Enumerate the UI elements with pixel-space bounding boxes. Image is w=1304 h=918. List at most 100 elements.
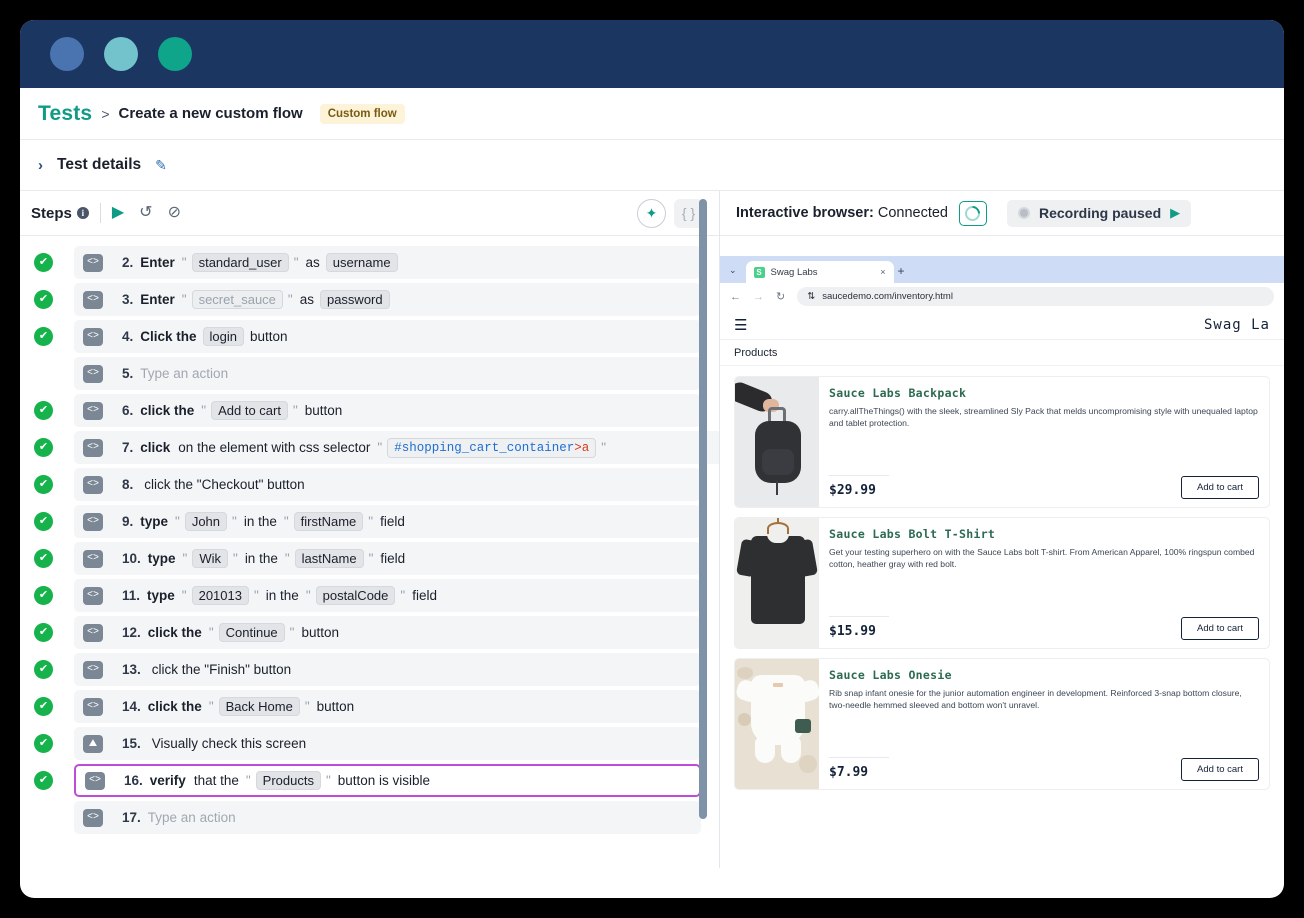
info-icon[interactable]: i: [77, 207, 89, 219]
step-row[interactable]: ✔<>6.click the"Add to cart"button: [20, 394, 719, 427]
step-row[interactable]: ✔<>11.type"201013"in the"postalCode"fiel…: [20, 579, 719, 612]
step-row[interactable]: ✔ <>8.click the "Checkout" button: [20, 468, 719, 501]
step-row[interactable]: ✔<>9.type"John"in the"firstName"field: [20, 505, 719, 538]
steps-scrollbar-thumb[interactable]: [699, 199, 707, 819]
add-to-cart-button[interactable]: Add to cart: [1181, 758, 1259, 781]
step-row[interactable]: <>5.Type an action: [20, 357, 719, 390]
close-tab-icon[interactable]: ×: [880, 267, 885, 277]
product-card[interactable]: Sauce Labs Bolt T-ShirtGet your testing …: [734, 517, 1270, 649]
step-row[interactable]: ✔<>13.click the "Finish" button: [20, 653, 719, 686]
step-card[interactable]: <>13.click the "Finish" button: [74, 653, 701, 686]
step-quote-mark: ": [179, 292, 190, 307]
step-status-passed-icon: ✔: [34, 290, 53, 309]
browser-tab[interactable]: S Swag Labs ×: [746, 261, 894, 283]
reset-icon[interactable]: ↺: [139, 205, 152, 221]
url-input[interactable]: ⇅ saucedemo.com/inventory.html: [797, 287, 1274, 306]
run-play-icon[interactable]: ▶: [112, 205, 124, 221]
new-tab-icon[interactable]: +: [898, 264, 905, 283]
recording-status-badge[interactable]: Recording paused ▶: [1007, 200, 1191, 227]
step-value-token[interactable]: Products: [256, 771, 321, 790]
step-value-token[interactable]: Add to cart: [211, 401, 288, 420]
selector-child-part: >a: [574, 441, 589, 455]
add-to-cart-button[interactable]: Add to cart: [1181, 476, 1259, 499]
product-footer: $29.99Add to cart: [829, 471, 1259, 499]
step-value-token[interactable]: standard_user: [192, 253, 289, 272]
step-card[interactable]: <>12.click the"Continue"button: [74, 616, 701, 649]
pencil-edit-icon[interactable]: ✎: [155, 157, 167, 174]
breadcrumb-separator: >: [101, 106, 109, 122]
product-name[interactable]: Sauce Labs Backpack: [829, 386, 1259, 400]
step-value-token[interactable]: Wik: [192, 549, 228, 568]
step-card[interactable]: <>3.Enter"secret_sauce"aspassword: [74, 283, 701, 316]
back-icon[interactable]: ←: [730, 291, 741, 303]
steps-scrollbar-track[interactable]: [705, 191, 713, 823]
step-placeholder[interactable]: Type an action: [148, 810, 236, 825]
step-row[interactable]: ✔<>16.verifythat the"Products"button is …: [20, 764, 719, 797]
step-value-token[interactable]: login: [203, 327, 244, 346]
product-name[interactable]: Sauce Labs Bolt T-Shirt: [829, 527, 1259, 541]
site-settings-icon[interactable]: ⇅: [807, 291, 815, 302]
step-card[interactable]: <>17.Type an action: [74, 801, 701, 834]
window-titlebar: [20, 20, 1284, 88]
step-card[interactable]: <>14.click the"Back Home"button: [74, 690, 701, 723]
step-card[interactable]: <>5.Type an action: [74, 357, 701, 390]
product-card[interactable]: Sauce Labs OnesieRib snap infant onesie …: [734, 658, 1270, 790]
step-value-token[interactable]: postalCode: [316, 586, 396, 605]
step-card[interactable]: <>9.type"John"in the"firstName"field: [74, 505, 701, 538]
step-verb: click the: [148, 625, 202, 640]
step-row[interactable]: ✔<>7.clickon the element with css select…: [20, 431, 719, 464]
step-row[interactable]: ✔ <>14.click the"Back Home"button: [20, 690, 719, 723]
step-value-token[interactable]: password: [320, 290, 390, 309]
step-card[interactable]: <>7.clickon the element with css selecto…: [74, 431, 719, 464]
window-dot-green[interactable]: [158, 37, 192, 71]
step-selector-token[interactable]: #shopping_cart_container>a: [387, 438, 596, 458]
step-status-passed-icon: ✔: [34, 475, 53, 494]
ai-sparkle-icon[interactable]: ✦: [637, 199, 666, 228]
step-row[interactable]: ✔ <>3.Enter"secret_sauce"aspassword: [20, 283, 719, 316]
test-details-section[interactable]: › Test details ✎: [20, 140, 1284, 191]
step-value-token[interactable]: firstName: [294, 512, 364, 531]
step-verb: type: [148, 551, 176, 566]
step-card[interactable]: <>8.click the "Checkout" button: [74, 468, 701, 501]
forward-icon[interactable]: →: [753, 291, 764, 303]
step-row[interactable]: <>17.Type an action: [20, 801, 719, 834]
step-value-token[interactable]: lastName: [295, 549, 364, 568]
step-row[interactable]: ✔<>2.Enter"standard_user"asusername: [20, 246, 719, 279]
step-card[interactable]: <>10.type"Wik"in the"lastName"field: [74, 542, 701, 575]
step-row[interactable]: ✔⛰15.Visually check this screen: [20, 727, 719, 760]
chevron-down-icon[interactable]: ⌄: [727, 265, 742, 283]
product-card[interactable]: Sauce Labs Backpackcarry.allTheThings() …: [734, 376, 1270, 508]
resume-recording-icon[interactable]: ▶: [1170, 205, 1180, 221]
window-dot-blue[interactable]: [50, 37, 84, 71]
window-dot-teal[interactable]: [104, 37, 138, 71]
step-value-token[interactable]: John: [185, 512, 227, 531]
step-value-token[interactable]: 201013: [192, 586, 249, 605]
connection-spinner-button[interactable]: [959, 201, 987, 226]
add-to-cart-button[interactable]: Add to cart: [1181, 617, 1259, 640]
step-value-token[interactable]: username: [326, 253, 398, 272]
step-card[interactable]: <>2.Enter"standard_user"asusername: [74, 246, 701, 279]
step-card[interactable]: ⛰15.Visually check this screen: [74, 727, 701, 760]
step-value-token[interactable]: Continue: [219, 623, 285, 642]
product-name[interactable]: Sauce Labs Onesie: [829, 668, 1259, 682]
step-row[interactable]: ✔<>12.click the"Continue"button: [20, 616, 719, 649]
step-card[interactable]: <>6.click the"Add to cart"button: [74, 394, 701, 427]
step-card[interactable]: <>11.type"201013"in the"postalCode"field: [74, 579, 701, 612]
step-row[interactable]: ✔<>10.type"Wik"in the"lastName"field: [20, 542, 719, 575]
stop-recording-icon[interactable]: ⊘: [168, 205, 181, 221]
breadcrumb-root-link[interactable]: Tests: [38, 102, 92, 126]
breadcrumb: Tests > Create a new custom flow Custom …: [20, 88, 1284, 140]
step-value-token[interactable]: secret_sauce: [192, 290, 283, 309]
hamburger-menu-icon[interactable]: ☰: [734, 316, 747, 334]
step-placeholder[interactable]: Type an action: [140, 366, 228, 381]
reload-icon[interactable]: ↻: [776, 290, 785, 303]
step-quote-mark: ": [230, 551, 241, 566]
step-card[interactable]: <>4.Click theloginbutton: [74, 320, 701, 353]
step-row[interactable]: ✔<>4.Click theloginbutton: [20, 320, 719, 353]
step-quote-mark: ": [229, 514, 240, 529]
step-value-token[interactable]: Back Home: [219, 697, 300, 716]
chevron-right-icon[interactable]: ›: [38, 157, 43, 174]
step-card-selected[interactable]: <>16.verifythat the"Products"button is v…: [74, 764, 701, 797]
step-number: 11.: [122, 588, 140, 603]
step-status-passed-icon: ✔: [34, 697, 53, 716]
